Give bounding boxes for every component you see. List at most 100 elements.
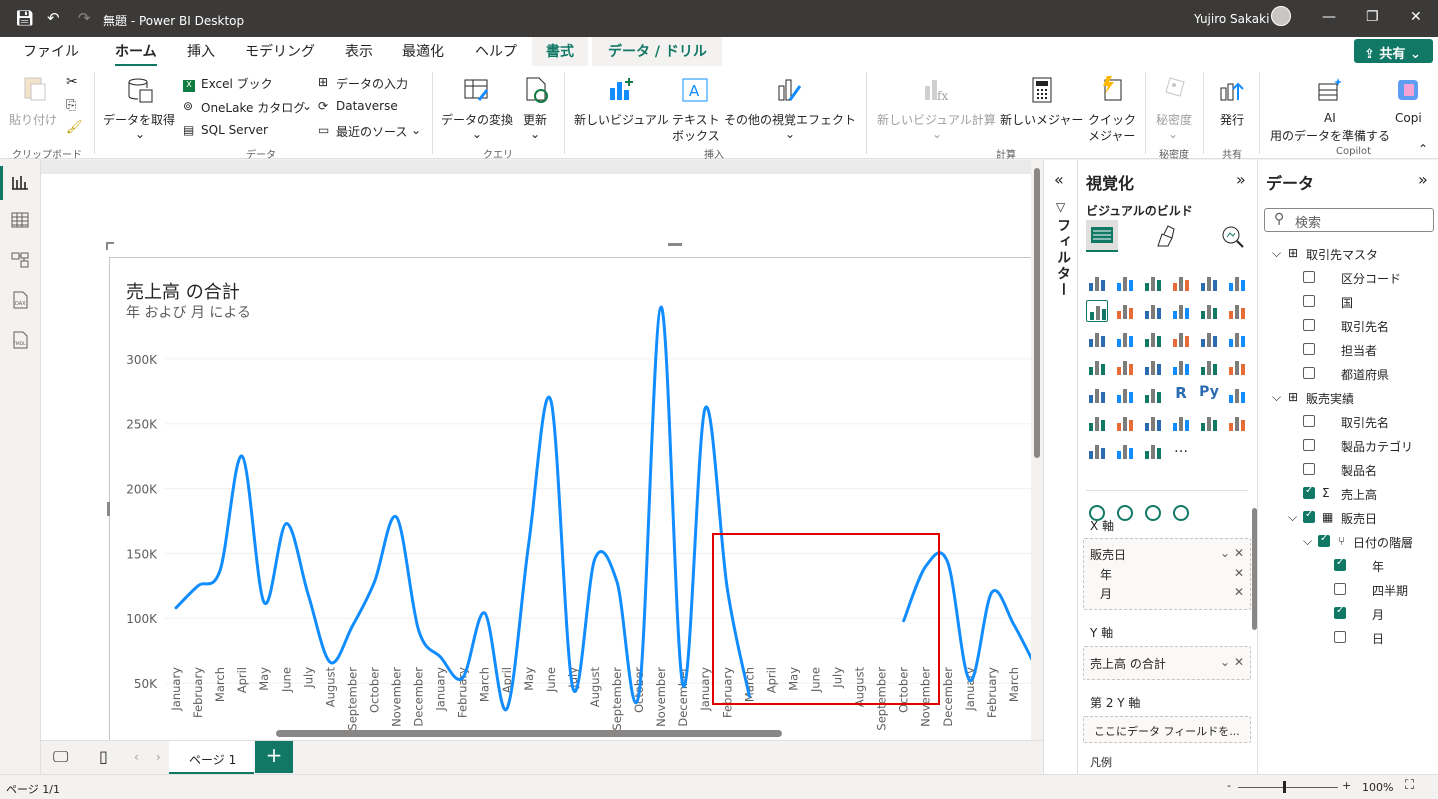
level-checkbox[interactable] — [1334, 605, 1346, 619]
remove-field-icon[interactable]: ✕ — [1234, 566, 1244, 580]
resize-handle[interactable] — [106, 242, 114, 250]
table-view-icon[interactable] — [10, 210, 30, 230]
collapse-ribbon-icon[interactable]: ⌃ — [1418, 142, 1428, 156]
resize-handle[interactable] — [107, 502, 110, 516]
field-item[interactable]: 都道府県 — [1341, 366, 1389, 383]
dax-query-icon[interactable]: DAX — [10, 290, 30, 310]
quick-measure-label-1[interactable]: クイック — [1088, 111, 1136, 128]
redo-icon[interactable]: ↷ — [78, 9, 91, 27]
ai-data-icon[interactable] — [1316, 76, 1344, 104]
field-checkbox[interactable] — [1303, 439, 1315, 451]
copilot-icon[interactable] — [1394, 76, 1422, 104]
chevron-down-icon[interactable]: ⌵ — [1303, 534, 1312, 549]
stacked-column-icon[interactable] — [1114, 272, 1136, 294]
clustered-bar-icon[interactable] — [1142, 272, 1164, 294]
zoom-out-icon[interactable]: - — [1227, 779, 1231, 792]
build-tab[interactable] — [1086, 220, 1118, 252]
horizontal-scroll-thumb[interactable] — [276, 730, 782, 737]
copilot-label[interactable]: Copi — [1395, 111, 1422, 125]
remove-field-icon[interactable]: ✕ — [1234, 655, 1244, 669]
onelake-catalog-button[interactable]: OneLake カタログ — [201, 99, 305, 116]
field-item[interactable]: 製品カテゴリ — [1341, 438, 1413, 455]
avatar[interactable] — [1271, 6, 1291, 26]
report-view-icon[interactable] — [10, 172, 30, 192]
format-visual-icon[interactable] — [1154, 224, 1180, 250]
get-data-icon[interactable] — [126, 76, 154, 104]
ai-label-1[interactable]: AI — [1324, 111, 1336, 125]
level-checkbox[interactable] — [1334, 557, 1346, 571]
chevron-down-icon[interactable]: ⌄ — [472, 127, 482, 141]
collapse-icon[interactable]: » — [1236, 170, 1246, 189]
field-checkbox[interactable] — [1303, 415, 1315, 427]
collapse-icon[interactable]: » — [1418, 170, 1428, 189]
chevron-down-icon[interactable]: ⌄ — [1220, 546, 1230, 560]
chevron-down-icon[interactable]: ⌄ — [1220, 655, 1230, 669]
smart-narrative-icon[interactable] — [1198, 412, 1220, 434]
close-icon[interactable]: ✕ — [1410, 9, 1422, 25]
area-icon[interactable] — [1114, 300, 1136, 322]
tab-format[interactable]: 書式 — [546, 41, 574, 61]
field-checkbox[interactable] — [1318, 533, 1330, 547]
chevron-down-icon[interactable]: ⌄ — [302, 99, 312, 113]
add-page-button[interactable]: + — [255, 741, 293, 773]
slicer-icon[interactable] — [1086, 384, 1108, 406]
narrative-icon[interactable] — [1226, 384, 1248, 406]
ai-label-2[interactable]: 用のデータを準備する — [1270, 127, 1390, 144]
field-checkbox[interactable] — [1303, 271, 1315, 283]
visual-calc-icon[interactable]: fx — [922, 76, 950, 104]
model-view-icon[interactable] — [10, 250, 30, 270]
ribbon-icon[interactable] — [1086, 328, 1108, 350]
field-checkbox[interactable] — [1303, 295, 1315, 307]
chevron-down-icon[interactable]: ⌵ — [1272, 246, 1281, 261]
x-field-sales-date[interactable]: 販売日 — [1090, 546, 1126, 563]
funnel-icon[interactable] — [1142, 328, 1164, 350]
textbox-icon[interactable]: A — [681, 76, 709, 104]
hierarchy-level[interactable]: 四半期 — [1372, 582, 1408, 599]
tab-optimize[interactable]: 最適化 — [402, 41, 444, 61]
100-bar-icon[interactable] — [1198, 272, 1220, 294]
x-axis-well[interactable]: 販売日 ⌄ ✕ 年 ✕ 月 ✕ — [1083, 538, 1251, 610]
vertical-scrollbar[interactable] — [1031, 160, 1043, 740]
fit-page-icon[interactable]: ⛶ — [1405, 778, 1414, 793]
series-line[interactable] — [174, 305, 751, 712]
field-item[interactable]: 製品名 — [1341, 462, 1377, 479]
sql-server-button[interactable]: SQL Server — [201, 123, 268, 137]
tab-insert[interactable]: 挿入 — [187, 41, 215, 61]
tab-file[interactable]: ファイル — [23, 41, 79, 61]
chevron-down-icon[interactable]: ⌵ — [1272, 390, 1281, 405]
hierarchy-level[interactable]: 年 — [1372, 558, 1384, 575]
recent-sources-button[interactable]: 最近のソース — [336, 123, 407, 140]
new-visual-icon[interactable] — [607, 76, 635, 104]
hierarchy-level[interactable]: 月 — [1372, 606, 1384, 623]
level-checkbox[interactable] — [1334, 631, 1346, 643]
remove-field-icon[interactable]: ✕ — [1234, 546, 1244, 560]
secondary-y-axis-well[interactable]: ここにデータ フィールドを... — [1083, 716, 1251, 743]
transform-data-label[interactable]: データの変換 — [441, 111, 513, 128]
chevrons-icon[interactable] — [1142, 440, 1164, 462]
dataverse-button[interactable]: Dataverse — [336, 99, 398, 113]
pie-icon[interactable] — [1198, 328, 1220, 350]
mobile-layout-icon[interactable]: ▯ — [99, 747, 108, 766]
resize-handle[interactable] — [668, 243, 682, 246]
table-icon[interactable] — [1114, 384, 1136, 406]
field-item[interactable]: 区分コード — [1341, 270, 1401, 287]
expand-icon[interactable]: « — [1054, 170, 1064, 189]
analytics-icon[interactable] — [1220, 224, 1246, 250]
field-checkbox[interactable] — [1303, 463, 1315, 475]
zoom-slider[interactable] — [1238, 787, 1338, 788]
chevron-down-icon[interactable]: ⌄ — [411, 123, 421, 137]
qa-icon[interactable] — [1170, 412, 1192, 434]
maximize-icon[interactable]: ❐ — [1366, 9, 1379, 25]
card-icon[interactable] — [1198, 356, 1220, 378]
field-checkbox[interactable] — [1303, 509, 1315, 523]
more-icon[interactable]: … — [1170, 440, 1192, 462]
publish-icon[interactable] — [1218, 76, 1246, 104]
tab-help[interactable]: ヘルプ — [475, 41, 517, 61]
scatter-icon[interactable] — [1170, 328, 1192, 350]
r-visual-icon[interactable]: R — [1170, 384, 1192, 406]
data-search-input[interactable]: ⚲ 検索 — [1264, 208, 1434, 232]
tab-modeling[interactable]: モデリング — [245, 41, 315, 61]
treemap-icon[interactable] — [1086, 356, 1108, 378]
field-item[interactable]: 取引先名 — [1341, 414, 1389, 431]
donut-icon[interactable] — [1226, 328, 1248, 350]
